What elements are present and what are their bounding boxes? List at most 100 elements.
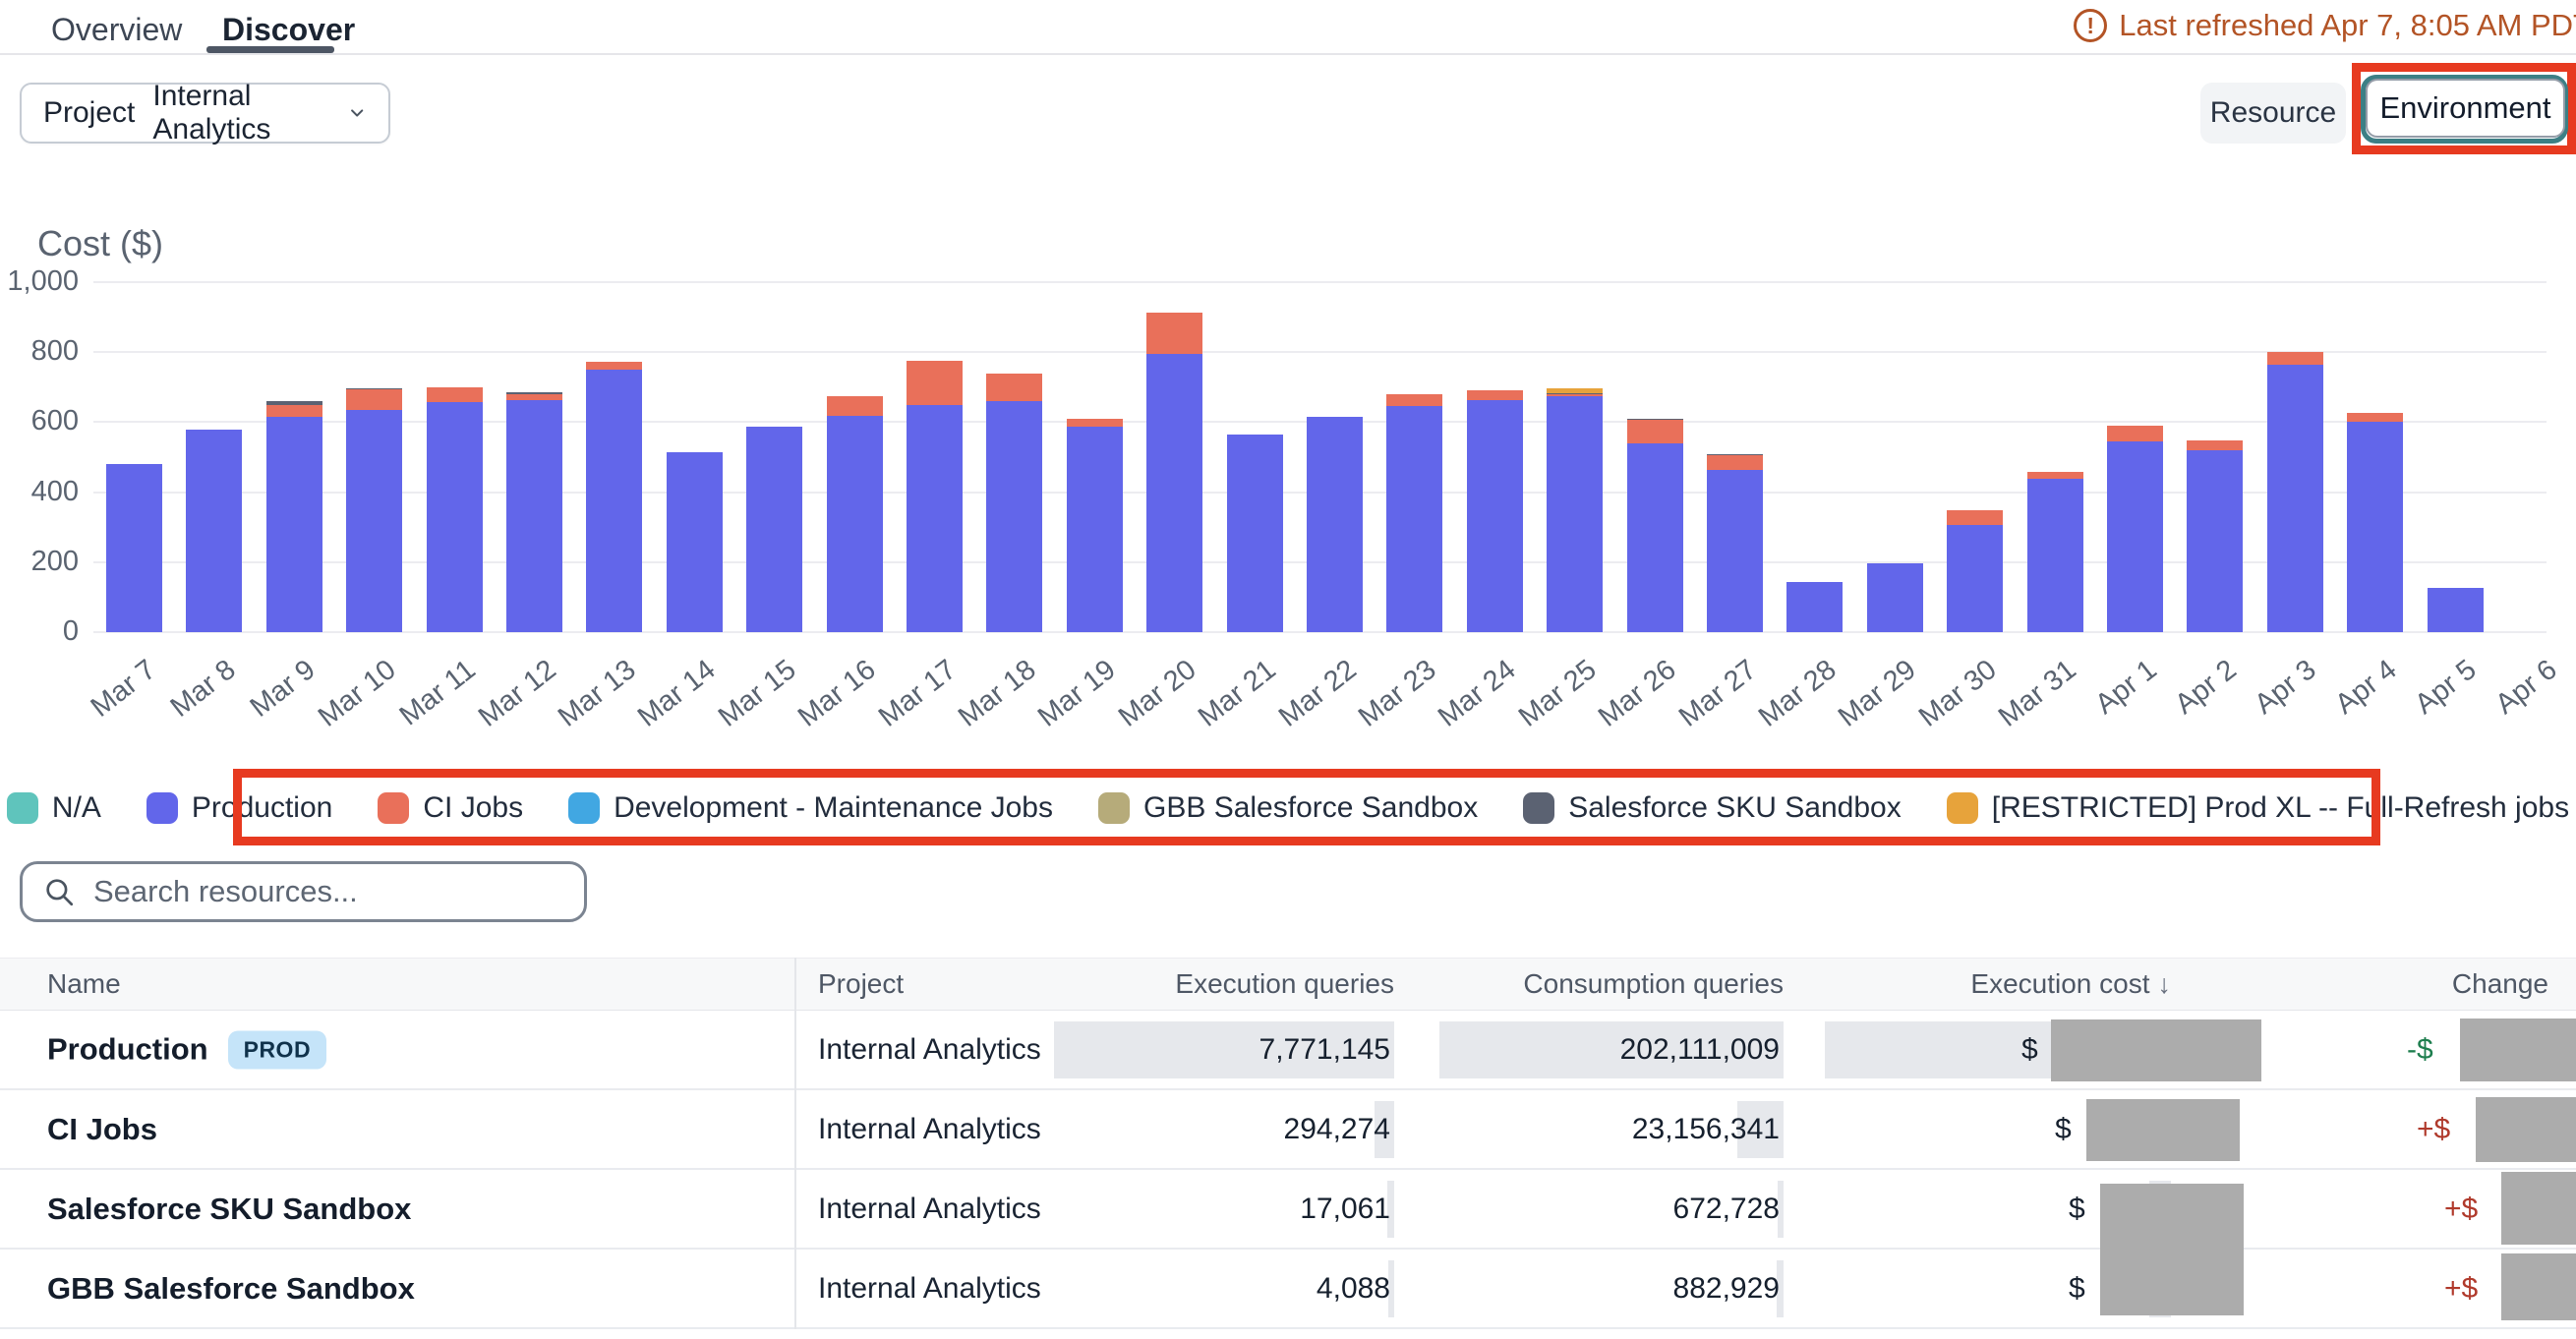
legend-item-gbb-salesforce-sandbox[interactable]: GBB Salesforce Sandbox	[1098, 791, 1478, 825]
cell-value: 7,771,145	[1259, 1033, 1390, 1067]
bar-segment-production	[1786, 582, 1843, 632]
cost-currency-prefix: $	[2021, 1033, 2038, 1067]
execution-queries-cell: 7,771,145	[1054, 1011, 1394, 1088]
resources-table: Name Project Execution queries Consumpti…	[0, 958, 2576, 1329]
bar-segment-production	[1547, 396, 1603, 632]
change-sign: +$	[2444, 1272, 2478, 1306]
tab-overview[interactable]: Overview	[51, 12, 182, 48]
tab-discover[interactable]: Discover	[222, 12, 355, 48]
change-sign: +$	[2444, 1193, 2478, 1226]
resource-project: Internal Analytics	[818, 1193, 1041, 1226]
bar-segment-ci-jobs	[827, 396, 883, 416]
column-header-execution-queries[interactable]: Execution queries	[1175, 968, 1394, 1000]
legend-item-salesforce-sku-sandbox[interactable]: Salesforce SKU Sandbox	[1523, 791, 1902, 825]
bar-segment-ci-jobs	[986, 374, 1042, 401]
bar-segment-production	[346, 410, 402, 632]
bar-segment-ci-jobs	[586, 362, 642, 370]
search-icon	[42, 875, 76, 908]
bar-segment-production	[746, 427, 802, 632]
bar-segment-ci-jobs	[2107, 426, 2163, 441]
resource-project: Internal Analytics	[818, 1033, 1041, 1067]
active-tab-underline	[206, 46, 334, 53]
cell-value: 23,156,341	[1632, 1113, 1780, 1146]
column-header-consumption-queries[interactable]: Consumption queries	[1523, 968, 1784, 1000]
legend-item-n-a[interactable]: N/A	[7, 791, 101, 825]
redaction-box-change	[2476, 1097, 2576, 1162]
execution-queries-cell: 294,274	[1054, 1090, 1394, 1168]
consumption-queries-cell: 882,929	[1439, 1250, 1784, 1327]
legend-label: GBB Salesforce Sandbox	[1143, 791, 1478, 825]
project-filter-dropdown[interactable]: Project Internal Analytics	[20, 83, 390, 144]
bar-segment-production	[106, 464, 162, 632]
bar-segment-production	[586, 370, 642, 632]
bar-segment-salesforce-sku-sandbox	[1627, 419, 1683, 420]
y-axis-tick-label: 800	[0, 335, 79, 368]
legend-item-ci-jobs[interactable]: CI Jobs	[378, 791, 523, 825]
y-axis-tick-label: 200	[0, 546, 79, 578]
project-filter-value: Internal Analytics	[152, 80, 326, 146]
name-project-column-divider	[794, 958, 796, 1329]
resource-name: Salesforce SKU Sandbox	[47, 1192, 411, 1227]
bar-segment-production	[1146, 354, 1202, 632]
legend-item-development-maintenance-jobs[interactable]: Development - Maintenance Jobs	[568, 791, 1053, 825]
bar-segment-production	[1707, 470, 1763, 632]
legend-swatch-icon	[1098, 792, 1130, 824]
bar-segment-ci-jobs	[1386, 394, 1442, 406]
bar-segment-production	[2267, 365, 2323, 632]
bar-segment-production	[1386, 406, 1442, 632]
bar-segment--restricted-prod-xl-full-refresh-jobs	[1547, 388, 1603, 393]
column-header-execution-cost[interactable]: Execution cost↓	[1970, 968, 2171, 1000]
legend-item-production[interactable]: Production	[146, 791, 332, 825]
bar-segment-ci-jobs	[1707, 455, 1763, 470]
resource-name: CI Jobs	[47, 1112, 157, 1147]
redaction-box-cost	[2100, 1184, 2244, 1250]
last-refreshed-text: Last refreshed Apr 7, 8:05 AM PDT	[2119, 8, 2576, 43]
table-row[interactable]: Salesforce SKU Sandbox Internal Analytics…	[0, 1170, 2576, 1250]
last-refreshed-status: ! Last refreshed Apr 7, 8:05 AM PDT	[2074, 8, 2576, 43]
legend-label: Salesforce SKU Sandbox	[1568, 791, 1902, 825]
bar-segment-ci-jobs	[266, 405, 322, 417]
change-sign: -$	[2407, 1033, 2433, 1067]
column-header-change[interactable]: Change	[2452, 968, 2548, 1000]
consumption-queries-cell: 202,111,009	[1439, 1011, 1784, 1088]
bar-segment-ci-jobs	[2187, 440, 2243, 450]
redaction-box-change	[2501, 1172, 2576, 1245]
table-row[interactable]: ProductionPRODInternal Analytics7,771,14…	[0, 1011, 2576, 1090]
chart-title: Cost ($)	[37, 223, 163, 264]
bar-segment-ci-jobs	[1547, 394, 1603, 397]
bar-segment-production	[986, 401, 1042, 632]
cost-stacked-bar-chart: Cost ($) 02004006008001,000 Mar 7Mar 8Ma…	[0, 221, 2576, 762]
cell-value: 17,061	[1300, 1193, 1390, 1226]
bar-segment-salesforce-sku-sandbox	[1547, 393, 1603, 394]
resource-project: Internal Analytics	[818, 1272, 1041, 1306]
table-header-row: Name Project Execution queries Consumpti…	[0, 958, 2576, 1011]
legend-item--restricted-prod-xl-full-refresh-jobs[interactable]: [RESTRICTED] Prod XL -- Full-Refresh job…	[1947, 791, 2569, 825]
cost-currency-prefix: $	[2055, 1113, 2072, 1146]
header-divider	[0, 53, 2576, 55]
bar-segment-production	[2347, 422, 2403, 632]
bar-segment-production	[827, 416, 883, 632]
toggle-resource-button[interactable]: Resource	[2200, 83, 2346, 144]
bar-segment-production	[2027, 479, 2083, 632]
column-header-project[interactable]: Project	[818, 968, 904, 1000]
bar-segment-ci-jobs	[1947, 510, 2003, 525]
bar-segment-ci-jobs	[2267, 352, 2323, 365]
bar-segment-salesforce-sku-sandbox	[1707, 454, 1763, 455]
table-row[interactable]: CI JobsInternal Analytics294,27423,156,3…	[0, 1090, 2576, 1170]
dashboard-root: Overview Discover ! Last refreshed Apr 7…	[0, 0, 2576, 1339]
y-axis-tick-label: 400	[0, 476, 79, 508]
bar-segment-ci-jobs	[427, 387, 483, 402]
table-row[interactable]: GBB Salesforce SandboxInternal Analytics…	[0, 1250, 2576, 1329]
bar-segment-salesforce-sku-sandbox	[506, 392, 562, 394]
column-header-name[interactable]: Name	[47, 968, 121, 1000]
bar-segment-production	[506, 400, 562, 632]
bar-segment-production	[667, 452, 723, 632]
prod-badge: PROD	[228, 1030, 326, 1069]
change-sign: +$	[2417, 1113, 2450, 1146]
bar-segment-ci-jobs	[1467, 390, 1523, 400]
toggle-environment-button[interactable]: Environment	[2366, 79, 2565, 138]
bar-segment-production	[1467, 400, 1523, 632]
search-input[interactable]: Search resources...	[20, 861, 587, 922]
redaction-box-change	[2460, 1019, 2576, 1081]
bar-segment-ci-jobs	[506, 394, 562, 400]
